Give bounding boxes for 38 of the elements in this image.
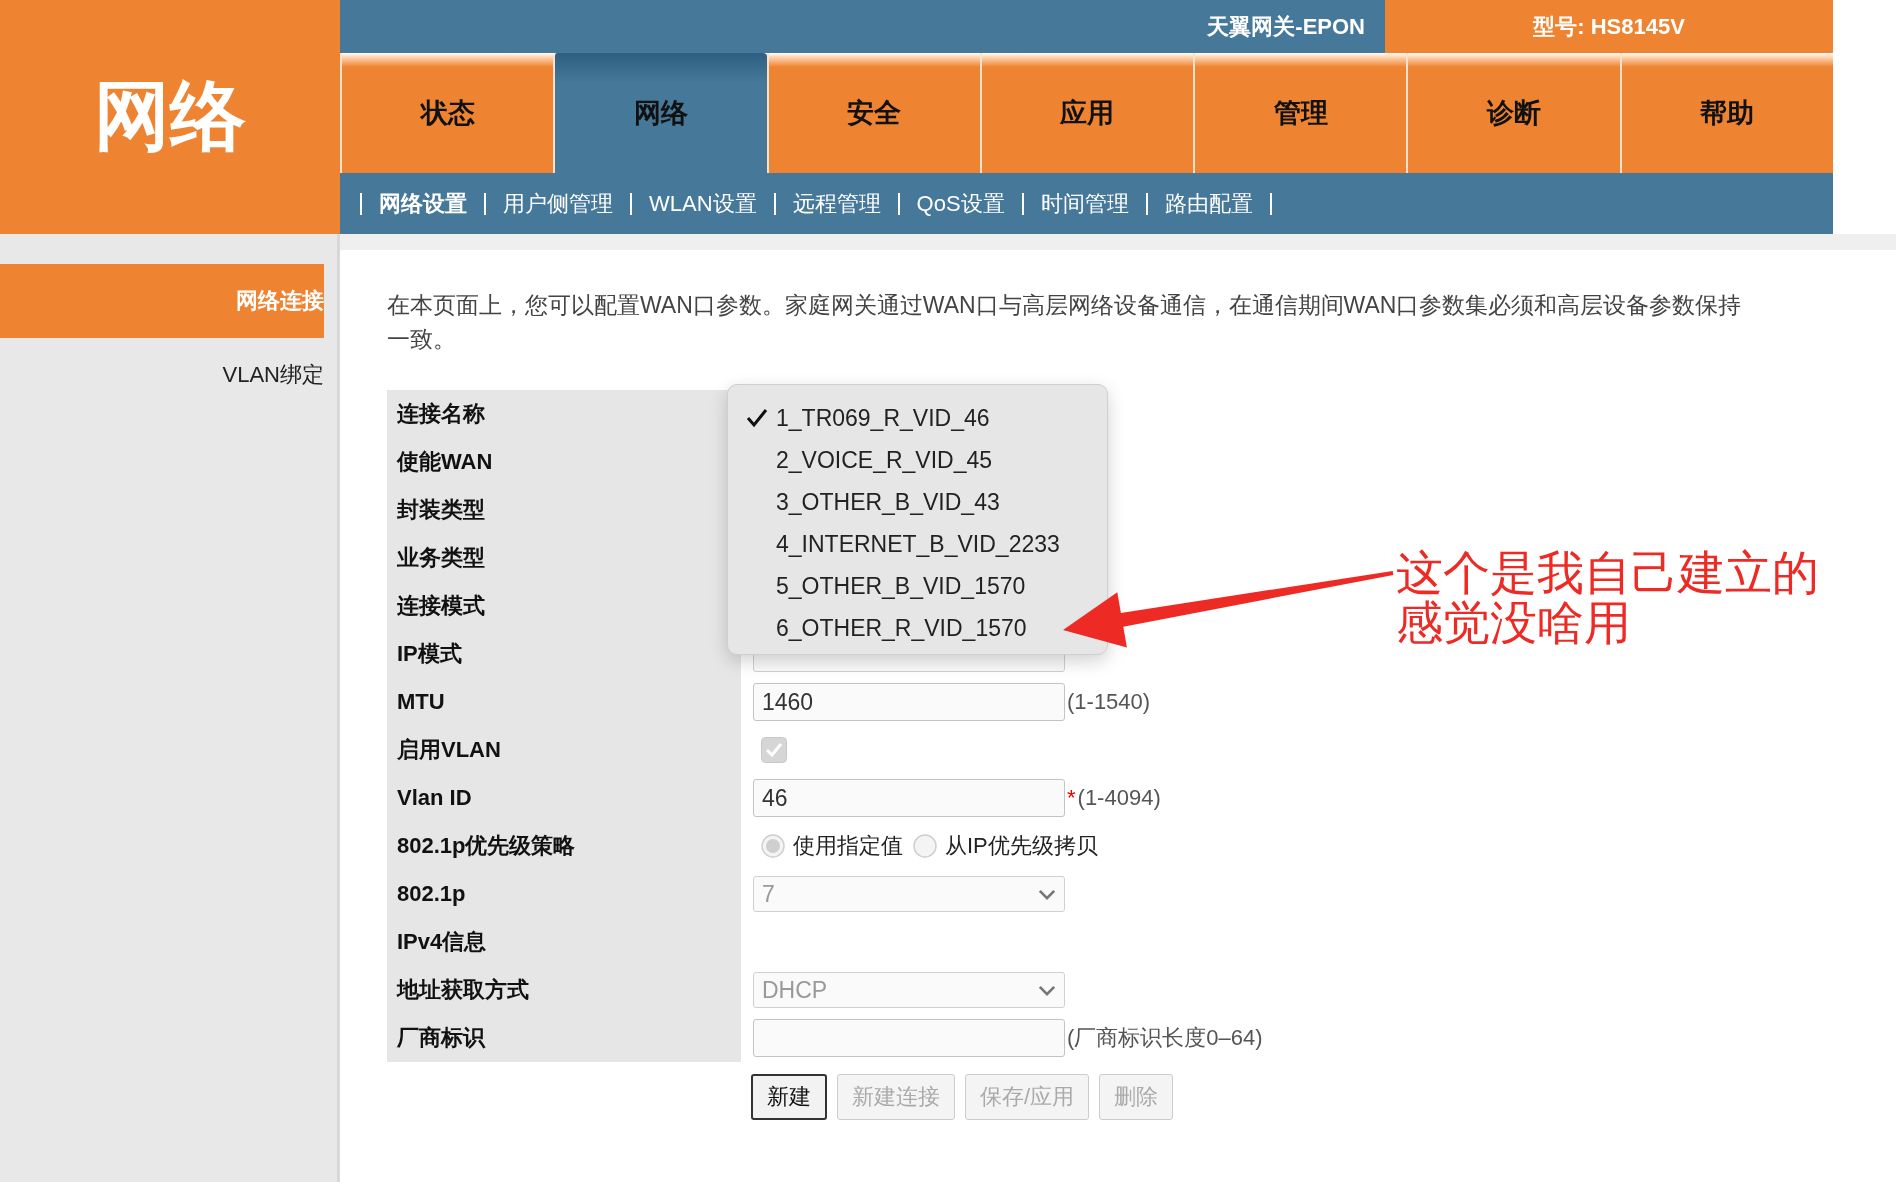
subnav-link[interactable]: QoS设置 xyxy=(916,188,1005,219)
subnav-link[interactable]: WLAN设置 xyxy=(649,188,757,219)
field-label: 厂商标识 xyxy=(387,1014,741,1062)
intro-text: 在本页面上，您可以配置WAN口参数。家庭网关通过WAN口与高层网络设备通信，在通信期间WAN口参数集必须和高层设备参数保持一致。 xyxy=(387,291,1743,354)
subnav-link[interactable]: 远程管理 xyxy=(792,188,881,219)
range-hint: (1-1540) xyxy=(1067,689,1151,715)
field-label: Vlan ID xyxy=(387,774,741,822)
subnav-link[interactable]: 网络设置 xyxy=(379,188,467,219)
input-field[interactable] xyxy=(753,1019,1065,1057)
annotation-text: 感觉没啥用 xyxy=(1396,598,1632,648)
model-label: 型号: HS8145V xyxy=(1533,12,1685,41)
required-mark: * xyxy=(1067,785,1076,811)
chevron-down-icon xyxy=(1038,984,1056,996)
nav-tab[interactable]: 网络 xyxy=(553,53,767,173)
input-field[interactable]: 46 xyxy=(753,779,1065,817)
field-label: 启用VLAN xyxy=(387,726,741,774)
section-title: 网络 xyxy=(94,71,246,160)
sidebar-item[interactable]: VLAN绑定 xyxy=(0,338,324,412)
action-button[interactable]: 新建 xyxy=(751,1074,827,1120)
radio-button[interactable] xyxy=(913,834,937,858)
field-label: 802.1p优先级策略 xyxy=(387,822,741,870)
range-hint: (厂商标识长度0–64) xyxy=(1067,1024,1263,1052)
chevron-down-icon xyxy=(1038,888,1056,900)
subnav-link[interactable]: 时间管理 xyxy=(1040,188,1129,219)
field-label: 地址获取方式 xyxy=(387,966,741,1014)
annotation-text: 这个是我自己建立的 xyxy=(1396,548,1819,598)
field-label: IP模式 xyxy=(387,630,741,678)
input-field[interactable]: 1460 xyxy=(753,683,1065,721)
radio-label: 从IP优先级拷贝 xyxy=(945,832,1098,860)
radio-button[interactable] xyxy=(761,834,785,858)
radio-label: 使用指定值 xyxy=(793,832,903,860)
range-hint: (1-4094) xyxy=(1077,785,1161,811)
field-label: 802.1p xyxy=(387,870,741,918)
subnav-link[interactable]: 用户侧管理 xyxy=(503,188,613,219)
gateway-label: 天翼网关-EPON xyxy=(1207,12,1366,41)
subnav-link[interactable]: 路由配置 xyxy=(1164,188,1253,219)
field-label: IPv4信息 xyxy=(387,918,741,966)
field-label: MTU xyxy=(387,678,741,726)
